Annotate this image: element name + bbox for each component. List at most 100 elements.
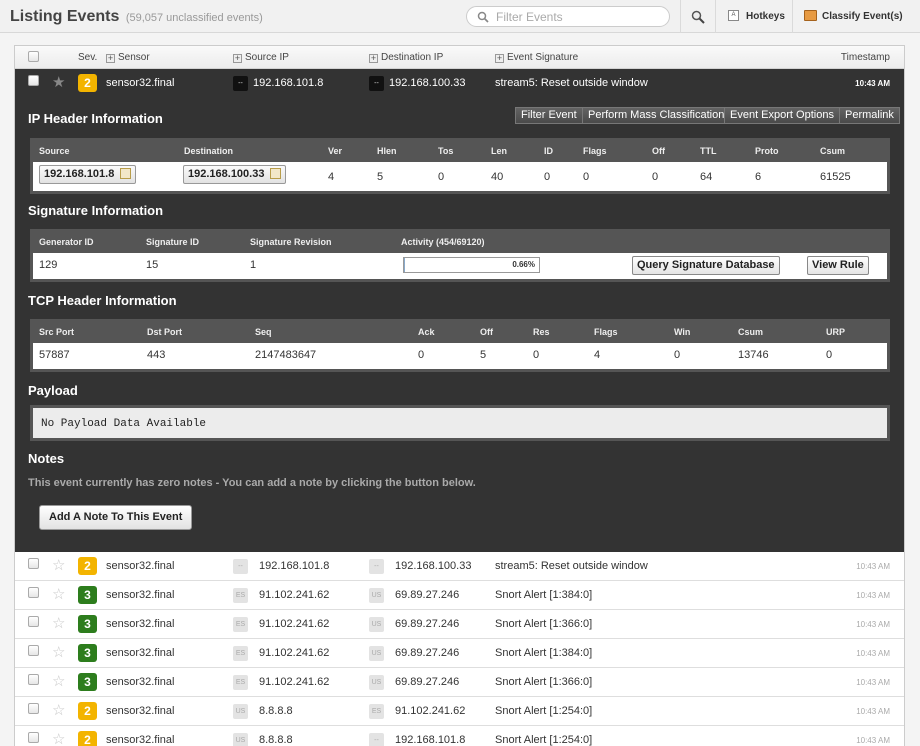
severity-badge: 2 <box>78 74 97 92</box>
event-signature[interactable]: Snort Alert [1:384:0] <box>495 647 592 659</box>
event-signature[interactable]: Snort Alert [1:366:0] <box>495 676 592 688</box>
view-rule-button[interactable]: View Rule <box>807 256 869 275</box>
tcp-val: 5 <box>480 349 487 361</box>
expand-icon: + <box>106 53 115 63</box>
source-ip[interactable]: 91.102.241.62 <box>259 676 329 688</box>
row-checkbox[interactable] <box>28 587 39 598</box>
table-row[interactable]: ☆ 3 sensor32.final ES 91.102.241.62 US 69.89.2… <box>15 610 904 639</box>
source-ip[interactable]: 192.168.101.8 <box>253 77 323 89</box>
ip-col: Ver <box>328 146 343 156</box>
table-row[interactable]: ☆ 3 sensor32.final ES 91.102.241.62 US 69.89.2… <box>15 668 904 697</box>
source-ip-chip[interactable]: 192.168.101.8 <box>39 165 137 184</box>
star-icon[interactable]: ☆ <box>52 674 65 689</box>
copy-icon[interactable] <box>120 168 132 179</box>
star-icon[interactable]: ☆ <box>52 616 65 631</box>
star-icon[interactable]: ☆ <box>52 558 65 573</box>
query-signature-database-button[interactable]: Query Signature Database <box>632 256 780 275</box>
event-signature[interactable]: Snort Alert [1:384:0] <box>495 589 592 601</box>
add-note-button[interactable]: Add A Note To This Event <box>39 505 193 530</box>
copy-icon[interactable] <box>270 168 282 179</box>
table-row[interactable]: ☆ 2 sensor32.final US 8.8.8.8 ES 91.102.241.62… <box>15 697 904 726</box>
table-row[interactable]: ☆ 2 sensor32.final -- 192.168.101.8 -- 192.168… <box>15 552 904 581</box>
table-row[interactable]: ☆ 3 sensor32.final ES 91.102.241.62 US 69.89.2… <box>15 639 904 668</box>
export-options-button[interactable]: Event Export Options <box>724 107 840 124</box>
event-signature[interactable]: Snort Alert [1:254:0] <box>495 705 592 717</box>
notes-text: This event currently has zero notes - Yo… <box>28 477 476 489</box>
source-ip[interactable]: 8.8.8.8 <box>259 705 293 717</box>
row-checkbox[interactable] <box>28 558 39 569</box>
timestamp: 10:43 AM <box>856 649 890 658</box>
destination-ip[interactable]: 69.89.27.246 <box>395 589 459 601</box>
ip-val: 6 <box>755 171 762 183</box>
ip-col: Flags <box>583 146 607 156</box>
event-signature[interactable]: stream5: Reset outside window <box>495 560 648 572</box>
column-sensor-label: Sensor <box>118 52 150 63</box>
filter-event-button[interactable]: Filter Event <box>515 107 583 124</box>
star-icon[interactable]: ☆ <box>52 703 65 718</box>
source-ip[interactable]: 91.102.241.62 <box>259 647 329 659</box>
table-row[interactable]: ☆ 2 sensor32.final US 8.8.8.8 -- 192.168.101.8… <box>15 726 904 746</box>
country-flag-icon: -- <box>233 76 248 91</box>
sensor-name: sensor32.final <box>106 589 175 601</box>
column-destination-ip[interactable]: + Destination IP <box>369 52 443 63</box>
sig-col: Generator ID <box>39 237 94 247</box>
column-event-signature[interactable]: + Event Signature <box>495 52 578 63</box>
hotkeys-button[interactable]: A Hotkeys <box>716 0 792 33</box>
destination-ip[interactable]: 192.168.101.8 <box>395 734 465 746</box>
column-source-ip[interactable]: + Source IP <box>233 52 289 63</box>
filter-events-placeholder: Filter Events <box>496 10 563 24</box>
event-signature[interactable]: Snort Alert [1:366:0] <box>495 618 592 630</box>
row-checkbox[interactable] <box>28 645 39 656</box>
event-signature[interactable]: Snort Alert [1:254:0] <box>495 734 592 746</box>
permalink-button[interactable]: Permalink <box>839 107 900 124</box>
star-icon[interactable]: ★ <box>52 75 65 90</box>
source-ip[interactable]: 8.8.8.8 <box>259 734 293 746</box>
destination-ip[interactable]: 192.168.100.33 <box>389 77 465 89</box>
star-icon[interactable]: ☆ <box>52 732 65 746</box>
event-signature[interactable]: stream5: Reset outside window <box>495 77 648 89</box>
select-all-checkbox[interactable] <box>28 51 39 62</box>
source-ip[interactable]: 91.102.241.62 <box>259 618 329 630</box>
star-icon[interactable]: ☆ <box>52 587 65 602</box>
selected-event-row[interactable]: ★ 2 sensor32.final -- 192.168.101.8 -- 1… <box>15 69 904 98</box>
source-ip[interactable]: 91.102.241.62 <box>259 589 329 601</box>
destination-ip[interactable]: 69.89.27.246 <box>395 676 459 688</box>
country-flag-icon: -- <box>369 559 384 574</box>
country-flag-icon: US <box>369 617 384 632</box>
tcp-val: 0 <box>826 349 833 361</box>
mass-classification-button[interactable]: Perform Mass Classification <box>582 107 731 124</box>
star-icon[interactable]: ☆ <box>52 645 65 660</box>
source-ip[interactable]: 192.168.101.8 <box>259 560 329 572</box>
timestamp: 10:43 AM <box>856 678 890 687</box>
country-flag-icon: ES <box>233 588 248 603</box>
destination-ip[interactable]: 192.168.100.33 <box>395 560 471 572</box>
ip-col: Proto <box>755 146 779 156</box>
destination-ip[interactable]: 69.89.27.246 <box>395 647 459 659</box>
column-sev[interactable]: Sev. <box>78 52 97 63</box>
advanced-search-button[interactable] <box>681 0 715 33</box>
ip-val: 0 <box>438 171 445 183</box>
destination-ip[interactable]: 91.102.241.62 <box>395 705 465 717</box>
classify-events-button[interactable]: Classify Event(s) <box>793 0 913 33</box>
row-checkbox[interactable] <box>28 732 39 743</box>
row-checkbox[interactable] <box>28 75 39 86</box>
destination-ip-value: 192.168.100.33 <box>188 168 265 180</box>
activity-percent: 0.66% <box>512 260 535 269</box>
keyboard-icon: A <box>728 10 739 21</box>
severity-badge: 2 <box>78 731 97 746</box>
destination-ip[interactable]: 69.89.27.246 <box>395 618 459 630</box>
tcp-header-title: TCP Header Information <box>28 293 177 308</box>
tcp-columns: Src Port Dst Port Seq Ack Off Res Flags … <box>33 322 887 343</box>
row-checkbox[interactable] <box>28 703 39 714</box>
country-flag-icon: -- <box>369 733 384 746</box>
filter-events-input[interactable]: Filter Events <box>466 6 670 27</box>
column-timestamp[interactable]: Timestamp <box>841 52 890 63</box>
column-sensor[interactable]: + Sensor <box>106 52 150 63</box>
table-row[interactable]: ☆ 3 sensor32.final ES 91.102.241.62 US 69.89.2… <box>15 581 904 610</box>
severity-badge: 3 <box>78 586 97 604</box>
destination-ip-chip[interactable]: 192.168.100.33 <box>183 165 287 184</box>
row-checkbox[interactable] <box>28 616 39 627</box>
tcp-col: Ack <box>418 327 435 337</box>
severity-badge: 2 <box>78 702 97 720</box>
row-checkbox[interactable] <box>28 674 39 685</box>
